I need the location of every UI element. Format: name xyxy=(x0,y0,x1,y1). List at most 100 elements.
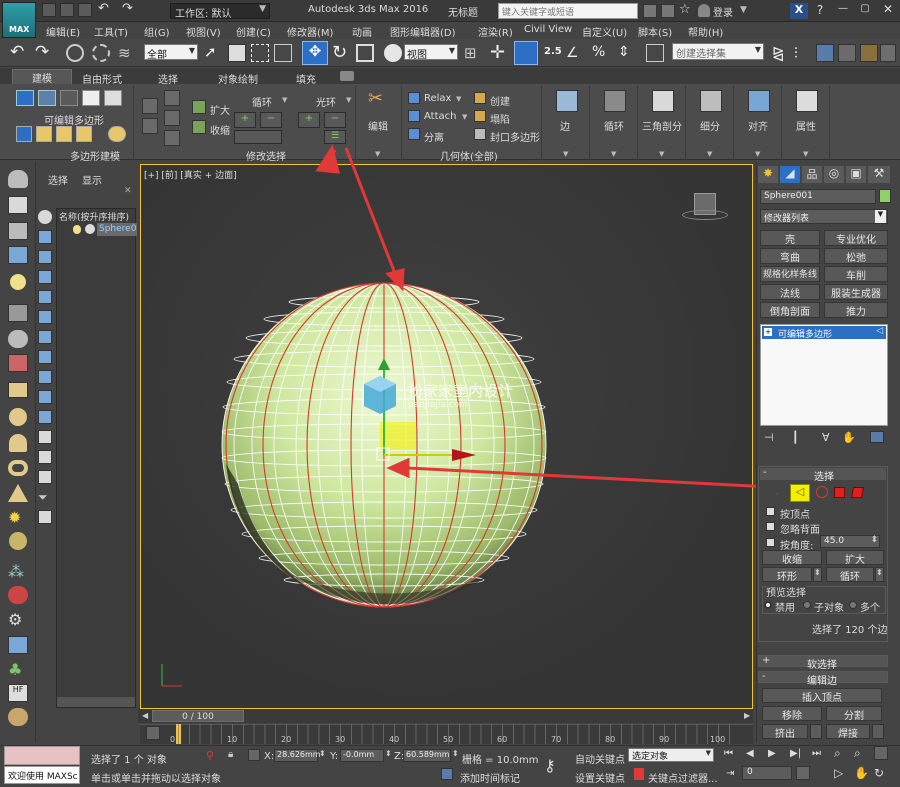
configure-sets-icon[interactable] xyxy=(870,431,884,443)
hierarchy-tab-icon[interactable]: 品 xyxy=(802,166,822,183)
zoom-extents-icon[interactable] xyxy=(874,746,888,760)
show-end-result-icon[interactable]: ┃ xyxy=(792,431,799,444)
modifier-bevel-profile-button[interactable]: 倒角剖面 xyxy=(760,302,820,318)
selection-lock-icon[interactable]: 🔒︎ xyxy=(228,749,233,760)
remove-button[interactable]: 移除 xyxy=(762,706,822,722)
make-unique-icon[interactable]: ∀ xyxy=(822,431,830,444)
object-color-swatch[interactable] xyxy=(879,189,891,203)
btn-label: 服装生成器 xyxy=(831,289,881,300)
time-config-icon[interactable] xyxy=(796,766,810,780)
key-mode-toggle-icon[interactable]: ⇥ xyxy=(726,768,734,779)
key-mode-dropdown[interactable]: 选定对象 ▼ xyxy=(628,748,714,762)
welcome-field[interactable]: 欢迎使用 MAXSc xyxy=(4,766,80,784)
motion-tab-icon[interactable]: ◎ xyxy=(824,166,844,183)
edge-subobject-icon[interactable]: ◁ xyxy=(790,484,810,502)
play-icon[interactable]: ▶ xyxy=(768,748,776,759)
ring-spinner-icon[interactable]: ⬍ xyxy=(813,567,822,582)
tick-70: 70 xyxy=(551,735,562,744)
modifier-normalize-spline-button[interactable]: 规格化样条线 xyxy=(760,266,820,282)
loop-spinner-icon[interactable]: ⬍ xyxy=(875,567,884,582)
x-coordinate-field[interactable]: 28.626mm xyxy=(274,749,321,762)
modifier-relax-button[interactable]: 松弛 xyxy=(824,248,888,264)
soft-selection-rollout-header[interactable]: + 软选择 xyxy=(758,655,888,671)
prompt-line: 单击或单击并拖动以选择对象 xyxy=(91,774,221,785)
maxscript-listener-mini[interactable] xyxy=(4,746,80,765)
stack-item-editable-poly[interactable]: + 可编辑多边形 ◁ xyxy=(762,326,886,340)
y-spinner-icon[interactable]: ⬍ xyxy=(385,749,392,758)
pan-hand-icon[interactable]: ✋ xyxy=(854,766,869,780)
field-of-view-icon[interactable]: ▷ xyxy=(834,766,843,780)
modifier-lathe-button[interactable]: 车削 xyxy=(824,266,888,282)
pin-stack-icon[interactable]: ⊣ xyxy=(764,431,774,444)
tick-100: 100 xyxy=(710,735,726,744)
polygon-subobject-icon[interactable] xyxy=(834,487,845,498)
modifier-normal-button[interactable]: 法线 xyxy=(760,284,820,300)
selection-rollout-header[interactable]: - 选择 xyxy=(760,467,886,483)
display-tab-icon[interactable]: ▣ xyxy=(846,166,866,183)
preview-multi-radio[interactable] xyxy=(849,601,857,609)
modifier-pro-optimizer-button[interactable]: 专业优化 xyxy=(824,230,888,246)
edit-edges-rollout-header[interactable]: - 编辑边 xyxy=(758,671,888,687)
absolute-mode-icon[interactable] xyxy=(248,749,260,761)
extrude-button[interactable]: 挤出 xyxy=(762,724,808,740)
insert-vertex-button[interactable]: 插入顶点 xyxy=(762,688,882,704)
track-bar-menu-icon[interactable] xyxy=(146,726,160,740)
prev-frame-icon[interactable]: ◀ xyxy=(746,748,754,759)
time-slider-thumb[interactable]: 0 / 100 xyxy=(152,710,244,722)
shrink-selection-button[interactable]: 收缩 xyxy=(762,550,822,566)
create-tab-icon[interactable]: ✸ xyxy=(758,166,778,183)
by-vertex-checkbox[interactable] xyxy=(766,507,775,516)
preview-off-radio[interactable] xyxy=(764,601,772,609)
next-frame-icon[interactable]: ▶| xyxy=(790,748,801,759)
auto-key-button[interactable]: 自动关键点 xyxy=(575,751,625,766)
modifier-bend-button[interactable]: 弯曲 xyxy=(760,248,820,264)
grow-selection-button[interactable]: 扩大 xyxy=(826,550,884,566)
current-frame-field[interactable]: 0 xyxy=(742,766,792,780)
remove-modifier-icon[interactable]: ✋ xyxy=(842,431,856,444)
tick-30: 30 xyxy=(335,735,346,744)
y-coordinate-field[interactable]: -0.0mm xyxy=(340,749,384,762)
split-button[interactable]: 分割 xyxy=(826,706,882,722)
utilities-tab-icon[interactable]: ⚒ xyxy=(868,166,890,183)
orbit-icon[interactable]: ↻ xyxy=(874,766,884,780)
angle-spinner[interactable]: 45.0 ⬍ xyxy=(820,535,880,548)
border-subobject-icon[interactable] xyxy=(816,486,828,498)
weld-settings-icon[interactable] xyxy=(872,724,884,739)
preview-selection-label: 预览选择 xyxy=(766,584,806,599)
expand-plus-icon[interactable]: + xyxy=(764,328,772,336)
ignore-backfacing-checkbox[interactable] xyxy=(766,522,775,531)
btn-label: 插入顶点 xyxy=(802,693,842,704)
key-filters-button[interactable]: 关键点过滤器... xyxy=(648,770,718,785)
time-tag-icon[interactable] xyxy=(441,768,453,780)
modifier-list-dropdown[interactable]: 修改器列表 ▼ xyxy=(760,209,888,224)
ring-button[interactable]: 环形 xyxy=(762,567,812,583)
by-angle-checkbox[interactable] xyxy=(766,538,775,547)
y-value: -0.0mm xyxy=(343,750,375,759)
element-subobject-icon[interactable] xyxy=(851,487,864,498)
go-to-end-icon[interactable]: ⏭ xyxy=(812,748,821,759)
zoom-all-icon[interactable]: ⌕ xyxy=(854,746,861,761)
x-spinner-icon[interactable]: ⬍ xyxy=(319,749,326,758)
time-slider-left-icon[interactable]: ◀ xyxy=(142,711,148,720)
go-to-start-icon[interactable]: ⏮ xyxy=(724,748,733,759)
vertex-subobject-icon[interactable]: · xyxy=(776,490,779,500)
add-time-tag[interactable]: 添加时间标记 xyxy=(460,770,520,785)
isolate-selection-icon[interactable]: ⚲ xyxy=(206,749,214,762)
modifier-shell-button[interactable]: 壳 xyxy=(760,230,820,246)
modifier-push-button[interactable]: 推力 xyxy=(824,302,888,318)
key-filters-icon[interactable] xyxy=(634,768,644,780)
modify-tab-icon[interactable]: ◢ xyxy=(780,166,800,183)
loop-button[interactable]: 循环 xyxy=(826,567,874,583)
time-slider-right-icon[interactable]: ▶ xyxy=(744,711,750,720)
key-icon[interactable]: ⚷ xyxy=(544,756,556,775)
modifier-garment-maker-button[interactable]: 服装生成器 xyxy=(824,284,888,300)
preview-subobject-radio[interactable] xyxy=(803,601,811,609)
weld-button[interactable]: 焊接 xyxy=(826,724,870,740)
modifier-stack: + 可编辑多边形 ◁ xyxy=(760,324,888,426)
set-key-button[interactable]: 设置关键点 xyxy=(575,770,625,785)
zoom-icon[interactable]: ⌕ xyxy=(834,746,841,761)
object-name-field[interactable]: Sphere001 xyxy=(760,189,876,204)
extrude-settings-icon[interactable] xyxy=(810,724,822,739)
z-coordinate-field[interactable]: 60.589mm xyxy=(403,749,451,762)
z-spinner-icon[interactable]: ⬍ xyxy=(452,749,459,758)
